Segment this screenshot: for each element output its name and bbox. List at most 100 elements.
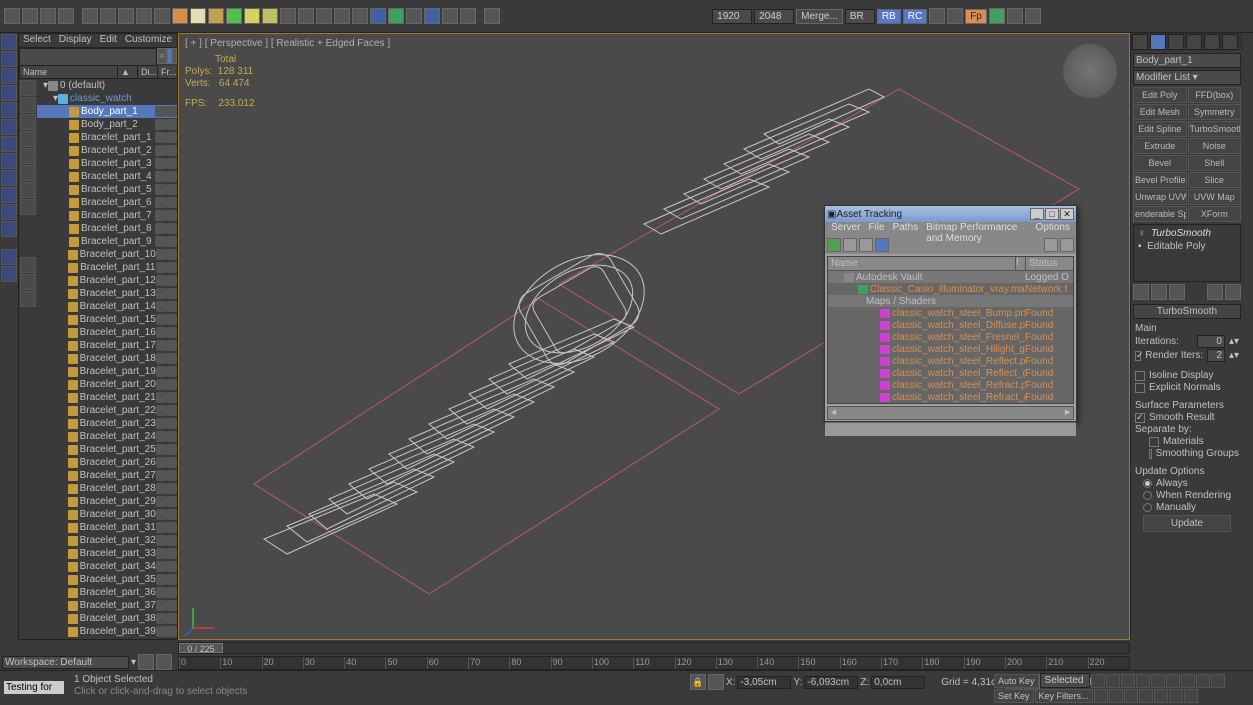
filter-shapes-icon[interactable]	[20, 97, 36, 113]
filter-lights-icon[interactable]	[20, 114, 36, 130]
menu-server[interactable]: Server	[831, 222, 860, 236]
filter-x-icon[interactable]	[20, 257, 36, 273]
asset-row-6[interactable]: classic_watch_steel_Refract.pngFound	[828, 379, 1073, 391]
asset-row-2[interactable]: classic_watch_steel_Fresnel_IOR.pngFound	[828, 331, 1073, 343]
filter-helpers-icon[interactable]	[20, 148, 36, 164]
filter-cameras-icon[interactable]	[20, 131, 36, 147]
mod-noise[interactable]: Noise	[1188, 138, 1242, 154]
scene-bracelet-39[interactable]: Bracelet_part_39	[37, 625, 177, 638]
menu-select[interactable]: Select	[23, 34, 51, 47]
display-filter-icon[interactable]	[172, 48, 177, 64]
stack-turbosmooth[interactable]: ♀ TurboSmooth	[1136, 227, 1238, 240]
scene-bracelet-13[interactable]: Bracelet_part_13	[37, 287, 177, 300]
autokey-button[interactable]: Auto Key	[994, 674, 1039, 688]
scene-body2[interactable]: Body_part_2	[37, 118, 177, 131]
viewcube-icon[interactable]	[1063, 44, 1117, 98]
scene-bracelet-4[interactable]: Bracelet_part_4	[37, 170, 177, 183]
z-field[interactable]: 0,0cm	[871, 676, 925, 689]
prev-frame-icon[interactable]	[1106, 674, 1120, 688]
layer-icon[interactable]	[442, 8, 458, 24]
scene-bracelet-14[interactable]: Bracelet_part_14	[37, 300, 177, 313]
render-iters-spinner[interactable]: 2	[1207, 349, 1225, 362]
scene-bracelet-7[interactable]: Bracelet_part_7	[37, 209, 177, 222]
time-slider-thumb[interactable]: 0 / 225	[179, 643, 223, 653]
scene-bracelet-32[interactable]: Bracelet_part_32	[37, 534, 177, 547]
col-di[interactable]: Di...	[137, 66, 157, 78]
scene-tree[interactable]: ▾0 (default) ▾classic_watch Body_part_1 …	[37, 79, 177, 639]
list-view-icon[interactable]	[859, 238, 873, 252]
tool-e-icon[interactable]	[1, 187, 17, 203]
maximize-button[interactable]: □	[1045, 208, 1059, 220]
scene-bracelet-37[interactable]: Bracelet_part_37	[37, 599, 177, 612]
undo-icon[interactable]	[4, 8, 20, 24]
pan-icon[interactable]	[1154, 689, 1168, 703]
scene-bracelet-34[interactable]: Bracelet_part_34	[37, 560, 177, 573]
asset-row-vault[interactable]: Autodesk Vault Logged O	[828, 271, 1073, 283]
wrench-icon[interactable]	[1007, 8, 1023, 24]
asset-row-7[interactable]: classic_watch_steel_Refract_glossines.pn…	[828, 391, 1073, 403]
asset-row-scene[interactable]: Classic_Casio_illuminator_vray.max Netwo…	[828, 283, 1073, 295]
scene-bracelet-6[interactable]: Bracelet_part_6	[37, 196, 177, 209]
render-setup-icon[interactable]	[406, 8, 422, 24]
scene-bracelet-18[interactable]: Bracelet_part_18	[37, 352, 177, 365]
render-iters-checkbox[interactable]	[1135, 351, 1141, 361]
ws-a-icon[interactable]	[138, 654, 154, 670]
asset-row-5[interactable]: classic_watch_steel_Reflect_glossines.pn…	[828, 367, 1073, 379]
mod-uvw-map[interactable]: UVW Map	[1188, 189, 1242, 205]
iterations-spinner[interactable]: 0	[1197, 335, 1225, 348]
nav-a-icon[interactable]	[1166, 674, 1180, 688]
fp-button[interactable]: Fp	[965, 9, 987, 24]
clear-search-icon[interactable]: ✕	[157, 48, 167, 64]
nav-b-icon[interactable]	[1181, 674, 1195, 688]
mod-edit-spline[interactable]: Edit Spline	[1133, 121, 1187, 137]
asset-row-maps[interactable]: Maps / Shaders	[828, 295, 1073, 307]
unlink-icon[interactable]	[58, 8, 74, 24]
play-icon[interactable]	[1121, 674, 1135, 688]
next-frame-icon[interactable]	[1136, 674, 1150, 688]
mirror-icon[interactable]	[280, 8, 296, 24]
sphere4-icon[interactable]	[226, 8, 242, 24]
rb-button[interactable]: RB	[877, 9, 901, 24]
scene-bracelet-26[interactable]: Bracelet_part_26	[37, 456, 177, 469]
sphere2-icon[interactable]	[190, 8, 206, 24]
scene-bracelet-29[interactable]: Bracelet_part_29	[37, 495, 177, 508]
render-frame-icon[interactable]	[424, 8, 440, 24]
select-icon[interactable]	[100, 8, 116, 24]
tool-scale-icon[interactable]	[1, 85, 17, 101]
scene-root[interactable]: ▾0 (default)	[37, 79, 177, 92]
tab-display-icon[interactable]	[1204, 34, 1220, 50]
bind-icon[interactable]	[82, 8, 98, 24]
sphere6-icon[interactable]	[262, 8, 278, 24]
move-icon[interactable]	[136, 8, 152, 24]
object-name-field[interactable]: Body_part_1	[1133, 53, 1241, 68]
scene-bracelet-28[interactable]: Bracelet_part_28	[37, 482, 177, 495]
close-button[interactable]: ✕	[1060, 208, 1074, 220]
filter-group-icon[interactable]	[20, 199, 36, 215]
modifier-list-dropdown[interactable]: Modifier List ▾	[1133, 70, 1241, 85]
col-name[interactable]: Name	[19, 66, 117, 78]
help-icon[interactable]	[484, 8, 500, 24]
scene-bracelet-33[interactable]: Bracelet_part_33	[37, 547, 177, 560]
scene-bracelet-19[interactable]: Bracelet_part_19	[37, 365, 177, 378]
ws-b-icon[interactable]	[156, 654, 172, 670]
scene-bracelet-2[interactable]: Bracelet_part_2	[37, 144, 177, 157]
scene-bracelet-12[interactable]: Bracelet_part_12	[37, 274, 177, 287]
refresh-icon[interactable]	[827, 238, 841, 252]
smgroups-checkbox[interactable]	[1149, 449, 1152, 459]
tool-f-icon[interactable]	[1, 204, 17, 220]
tool-c-icon[interactable]	[1, 153, 17, 169]
modifier-stack[interactable]: ♀ TurboSmooth ▪ Editable Poly	[1133, 224, 1241, 282]
show-end-icon[interactable]	[1151, 284, 1167, 300]
asset-row-3[interactable]: classic_watch_steel_Hilight_gloss.pngFou…	[828, 343, 1073, 355]
pin-stack-icon[interactable]	[1133, 284, 1149, 300]
scene-bracelet-24[interactable]: Bracelet_part_24	[37, 430, 177, 443]
asset-row-0[interactable]: classic_watch_steel_Bump.pngFound	[828, 307, 1073, 319]
scene-bracelet-36[interactable]: Bracelet_part_36	[37, 586, 177, 599]
grid-icon[interactable]	[929, 8, 945, 24]
tool-i-icon[interactable]	[1, 266, 17, 282]
asset-row-4[interactable]: classic_watch_steel_Reflect.pngFound	[828, 355, 1073, 367]
goto-start-icon[interactable]	[1091, 674, 1105, 688]
scene-bracelet-11[interactable]: Bracelet_part_11	[37, 261, 177, 274]
tool-g-icon[interactable]	[1, 221, 17, 237]
scene-bracelet-25[interactable]: Bracelet_part_25	[37, 443, 177, 456]
